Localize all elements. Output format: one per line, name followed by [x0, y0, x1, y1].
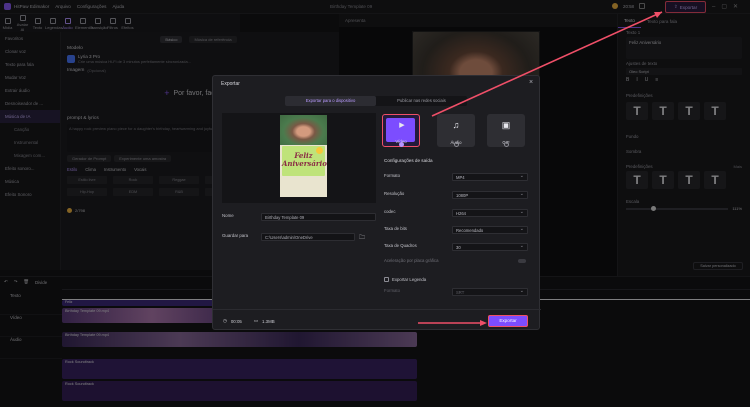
arrow-to-top-export [431, 11, 663, 117]
arrowhead-bottom [480, 320, 487, 326]
annotation-arrows [418, 11, 663, 326]
